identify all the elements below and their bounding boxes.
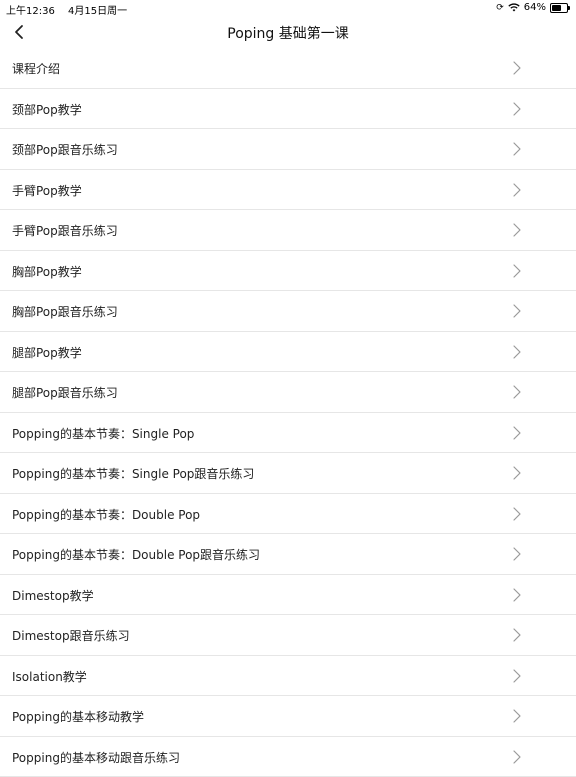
list-item[interactable]: Popping的基本节奏：Double Pop跟音乐练习: [0, 534, 576, 575]
chevron-right-icon: [512, 102, 522, 116]
chevron-right-icon: [512, 142, 522, 156]
list-item-label: Isolation教学: [12, 668, 87, 685]
list-item[interactable]: 腿部Pop教学: [0, 332, 576, 373]
list-item[interactable]: Isolation教学: [0, 656, 576, 697]
list-item-label: Popping的基本节奏：Double Pop跟音乐练习: [12, 546, 260, 563]
list-item-label: 腿部Pop教学: [12, 344, 82, 361]
status-right: ⟳ 64%: [496, 2, 568, 13]
list-item-label: 胸部Pop教学: [12, 263, 82, 280]
status-left: 上午12:36 4月15日周一: [6, 2, 137, 17]
list-item[interactable]: Dimestop跟音乐练习: [0, 615, 576, 656]
wifi-icon: [508, 3, 520, 12]
list-item-label: 颈部Pop跟音乐练习: [12, 141, 118, 158]
status-bar: 上午12:36 4月15日周一 ⟳ 64%: [0, 0, 576, 16]
list-item-label: Dimestop跟音乐练习: [12, 627, 130, 644]
chevron-right-icon: [512, 61, 522, 75]
list-item-label: Popping的基本节奏：Single Pop: [12, 425, 194, 442]
list-item[interactable]: 胸部Pop跟音乐练习: [0, 291, 576, 332]
chevron-right-icon: [512, 304, 522, 318]
list-item[interactable]: Popping的基本节奏：Double Pop: [0, 494, 576, 535]
list-item-label: 课程介绍: [12, 60, 60, 77]
orientation-lock-icon: ⟳: [496, 3, 504, 13]
chevron-right-icon: [512, 466, 522, 480]
chevron-right-icon: [512, 750, 522, 764]
list-item-label: 颈部Pop教学: [12, 101, 82, 118]
list-item[interactable]: Dimestop教学: [0, 575, 576, 616]
chevron-right-icon: [512, 669, 522, 683]
list-item-label: 胸部Pop跟音乐练习: [12, 303, 118, 320]
list-item[interactable]: 手臂Pop教学: [0, 170, 576, 211]
chevron-right-icon: [512, 183, 522, 197]
list-item-label: Popping的基本移动教学: [12, 708, 144, 725]
list-item[interactable]: Popping的基本节奏：Single Pop跟音乐练习: [0, 453, 576, 494]
chevron-right-icon: [512, 345, 522, 359]
list-item[interactable]: 颈部Pop跟音乐练习: [0, 129, 576, 170]
nav-bar: Poping 基础第一课: [0, 16, 576, 48]
lesson-list: 课程介绍颈部Pop教学颈部Pop跟音乐练习手臂Pop教学手臂Pop跟音乐练习胸部…: [0, 48, 576, 777]
list-item[interactable]: 腿部Pop跟音乐练习: [0, 372, 576, 413]
battery-percent: 64%: [524, 2, 546, 13]
list-item[interactable]: Popping的基本移动教学: [0, 696, 576, 737]
list-item-label: Popping的基本移动跟音乐练习: [12, 749, 180, 766]
list-item[interactable]: 手臂Pop跟音乐练习: [0, 210, 576, 251]
list-item[interactable]: 颈部Pop教学: [0, 89, 576, 130]
list-item-label: Popping的基本节奏：Single Pop跟音乐练习: [12, 465, 254, 482]
page-title: Poping 基础第一课: [0, 23, 576, 43]
chevron-right-icon: [512, 628, 522, 642]
chevron-right-icon: [512, 385, 522, 399]
chevron-right-icon: [512, 547, 522, 561]
list-item-label: 腿部Pop跟音乐练习: [12, 384, 118, 401]
battery-fill: [552, 5, 561, 11]
chevron-right-icon: [512, 264, 522, 278]
list-item-label: 手臂Pop跟音乐练习: [12, 222, 118, 239]
battery-icon: [550, 3, 568, 13]
chevron-right-icon: [512, 223, 522, 237]
list-item[interactable]: 胸部Pop教学: [0, 251, 576, 292]
list-item[interactable]: 课程介绍: [0, 48, 576, 89]
list-item[interactable]: Popping的基本节奏：Single Pop: [0, 413, 576, 454]
list-item-label: Popping的基本节奏：Double Pop: [12, 506, 200, 523]
list-item-label: Dimestop教学: [12, 587, 94, 604]
chevron-right-icon: [512, 426, 522, 440]
chevron-right-icon: [512, 507, 522, 521]
chevron-right-icon: [512, 588, 522, 602]
list-item[interactable]: Popping的基本移动跟音乐练习: [0, 737, 576, 777]
chevron-right-icon: [512, 709, 522, 723]
list-item-label: 手臂Pop教学: [12, 182, 82, 199]
